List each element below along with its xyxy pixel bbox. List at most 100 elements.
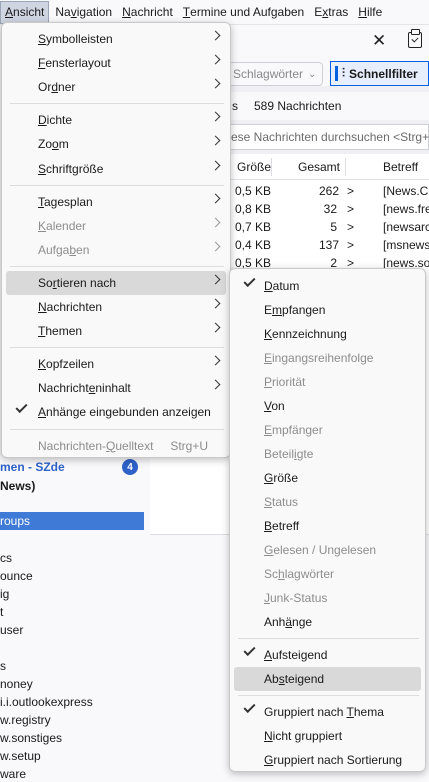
view_menu-item-tagesplan[interactable]: Tagesplan [6,190,226,214]
view_menu-item-zoom[interactable]: Zoom [6,132,226,156]
menu-item-label: Empfänger [264,423,323,437]
sort_menu-item-absteigend[interactable]: Absteigend [234,667,421,691]
clipboard-check-icon[interactable] [408,29,422,48]
chevron-right-icon [210,135,221,146]
menu-item-label: Absteigend [264,672,325,686]
account-name[interactable]: men - SZde [0,460,65,474]
view_menu-item-themen[interactable]: Themen [6,319,226,343]
chevron-right-icon[interactable]: > [347,220,354,234]
quick-filter-label: Schnellfilter [349,66,418,81]
folder-item[interactable]: t [0,605,3,619]
view-menu: Symbolleisten Fensterlayout Ordner Dichte Zo… [1,22,231,458]
checkmark-icon [243,274,256,288]
chevron-right-icon [210,30,221,41]
sort_menu-item-nicht-gruppiert[interactable]: Nicht gruppiert [234,724,421,748]
folder-item[interactable]: w.setup [0,749,41,763]
folder-item[interactable]: ounce [0,569,33,583]
view_menu-item-ordner[interactable]: Ordner [6,75,226,99]
row-subject: [msnews [383,238,429,252]
folder-item[interactable]: s [0,659,6,673]
column-divider[interactable] [345,158,346,176]
search-placeholder: ese Nachrichten durchsuchen <Strg+ [231,130,429,144]
view_menu-item-anhänge-eingebunden-anzeigen[interactable]: Anhänge eingebunden anzeigen [6,400,226,424]
news-account[interactable]: News) [0,479,35,493]
chevron-right-icon [210,274,221,285]
view_menu-item-nachrichteninhalt[interactable]: Nachrichteninhalt [6,376,226,400]
chevron-right-icon[interactable]: > [347,184,354,198]
menu-item-label: Größe [264,471,299,485]
view_menu-item-kalender: Kalender [6,214,226,238]
sort_menu-item-betreff[interactable]: Betreff [234,514,421,538]
sort_menu-item-gelesen-ungelesen: Gelesen / Ungelesen [234,538,421,562]
sort_menu-item-größe[interactable]: Größe [234,466,421,490]
menu-item-label: Priorität [264,375,306,389]
close-icon[interactable]: ✕ [372,31,386,51]
menu-item-label: Symbolleisten [38,32,113,46]
menu-navigation[interactable]: Na v igation [51,1,116,24]
menu-item-label: Nachrichten [38,300,103,314]
shortcut-label: Strg+U [170,438,208,453]
folder-item[interactable]: cs [0,551,12,565]
sort_menu-item-gruppiert-nach-sortierung[interactable]: Gruppiert nach Sortierung [234,748,421,772]
menu-separator [10,103,224,105]
column-size[interactable]: Größe [237,160,271,174]
folder-item[interactable]: ware [0,767,26,781]
folder-item[interactable]: w.registry [0,713,51,727]
menu-item-label: Nachrichten-Quelltext [38,438,154,453]
quick-filter-button[interactable]: ⫶ Schnellfilter [330,61,429,86]
chevron-right-icon[interactable]: > [347,238,354,252]
view_menu-item-schriftgröße[interactable]: Schriftgröße [6,157,226,181]
sort_menu-item-gruppiert-nach-thema[interactable]: Gruppiert nach Thema [234,700,421,724]
menu-item-label: Kopfzeilen [38,357,95,372]
view_menu-item-sortieren-nach[interactable]: Sortieren nach [6,270,226,295]
chevron-right-icon [210,241,221,252]
menu-nachricht[interactable]: Nachricht [118,1,177,24]
chevron-right-icon [210,322,221,333]
menu-separator [10,347,224,349]
menu-termine-aufgaben[interactable]: Termine und Aufgaben [179,1,308,24]
sort_menu-item-von[interactable]: Von [234,394,421,418]
menu-ansicht[interactable]: Ansicht [0,0,50,24]
chevron-right-icon [210,379,221,390]
menu-hilfe[interactable]: Hilfe [354,1,386,24]
sort_menu-item-kennzeichnung[interactable]: Kennzeichnung [234,322,421,346]
chevron-right-icon[interactable]: > [347,202,354,216]
column-subject[interactable]: Betreff [383,160,418,174]
menu-item-label: Status [264,495,299,509]
column-divider[interactable] [271,158,272,176]
menu-item-label: Datum [264,279,300,293]
menu-item-label: Nicht gruppiert [264,729,343,743]
menu-item-label: Sortieren nach [38,275,117,290]
folder-item-selected[interactable]: roups [0,512,144,530]
chevron-right-icon [210,298,221,309]
view_menu-item-kopfzeilen[interactable]: Kopfzeilen [6,352,226,376]
menu-extras[interactable]: Ex tras [310,1,352,24]
checkmark-icon [243,700,256,714]
menu-item-label: Empfangen [264,303,326,317]
folder-item[interactable]: ig [0,587,9,601]
row-size: 0,7 KB [235,220,272,234]
folder-item[interactable]: w.sonstiges [0,731,62,745]
folder-item[interactable]: user [0,623,23,637]
menu-item-label: Gruppiert nach Sortierung [264,753,403,767]
chevron-right-icon [210,217,221,228]
folder-item[interactable]: noney [0,677,33,691]
chevron-right-icon [210,193,221,204]
chevron-right-icon [210,54,221,65]
sort_menu-item-status: Status [234,490,421,514]
view_menu-item-dichte[interactable]: Dichte [6,108,226,132]
view_menu-item-fensterlayout[interactable]: Fensterlayout [6,51,226,75]
sort_menu-item-anhänge[interactable]: Anhänge [234,610,421,634]
chevron-right-icon [210,160,221,170]
row-subject: [newsarc [383,220,429,234]
view_menu-item-nachrichten[interactable]: Nachrichten [6,295,226,319]
sort_menu-item-datum[interactable]: Datum [234,274,421,298]
column-total[interactable]: Gesamt [298,160,340,174]
menu-item-label: Kennzeichnung [264,327,347,341]
sort_menu-item-empfangen[interactable]: Empfangen [234,298,421,322]
folder-item[interactable]: i.i.outlookexpress [0,695,93,709]
sort_menu-item-aufsteigend[interactable]: Aufsteigend [234,643,421,667]
view_menu-item-symbolleisten[interactable]: Symbolleisten [6,27,226,51]
checkmark-icon [15,401,28,414]
tags-filter-button[interactable]: Schlagwörter ⌄ [229,62,324,86]
